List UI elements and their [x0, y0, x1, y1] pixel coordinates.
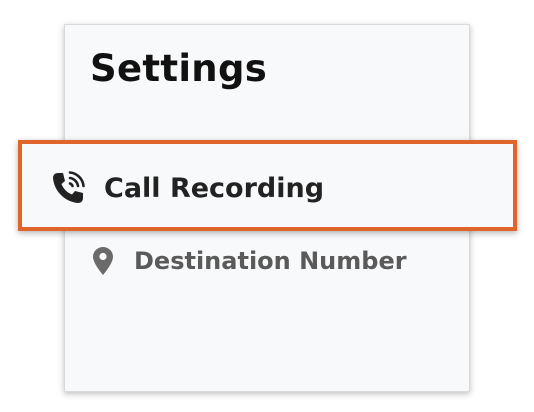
destination-number-label: Destination Number: [134, 247, 407, 275]
settings-item-destination-number[interactable]: Destination Number: [92, 244, 407, 278]
phone-recording-icon: [50, 170, 86, 206]
settings-item-call-recording[interactable]: Call Recording: [50, 168, 324, 208]
settings-title: Settings: [90, 47, 268, 90]
map-pin-icon: [92, 246, 114, 276]
call-recording-label: Call Recording: [104, 172, 325, 204]
